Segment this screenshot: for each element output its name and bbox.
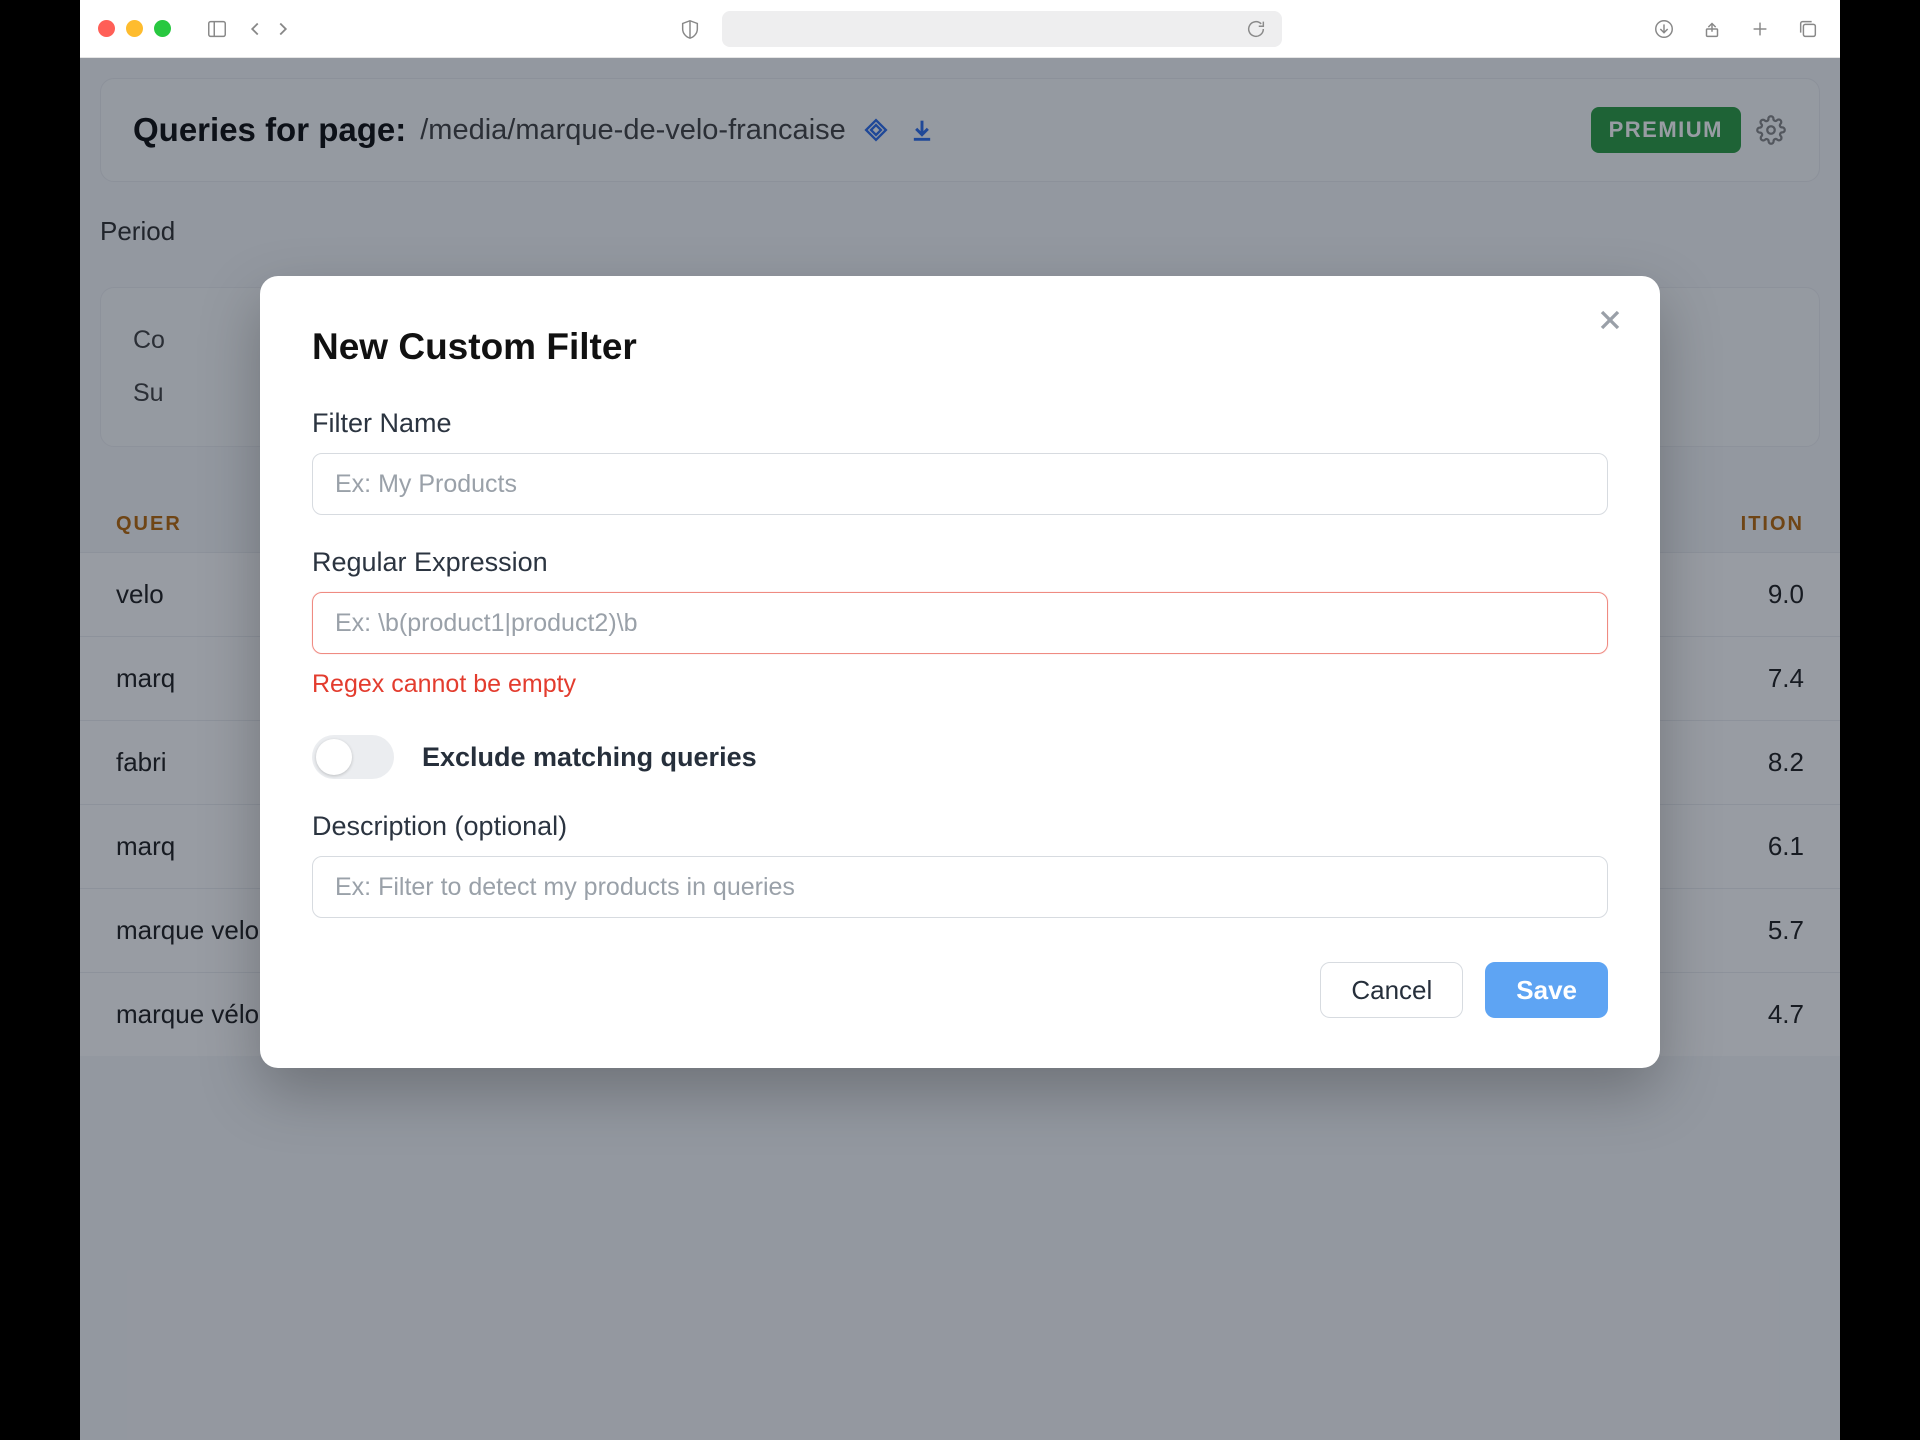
- description-input[interactable]: [312, 856, 1608, 918]
- cancel-button[interactable]: Cancel: [1320, 962, 1463, 1018]
- filter-name-input[interactable]: [312, 453, 1608, 515]
- window-minimize[interactable]: [126, 20, 143, 37]
- share-icon[interactable]: [1698, 15, 1726, 43]
- modal-title: New Custom Filter: [312, 326, 1608, 368]
- page-content: Queries for page: /media/marque-de-velo-…: [80, 58, 1840, 1440]
- address-bar[interactable]: [722, 11, 1282, 47]
- close-icon[interactable]: [1594, 304, 1626, 341]
- traffic-lights: [98, 20, 171, 37]
- downloads-icon[interactable]: [1650, 15, 1678, 43]
- new-filter-modal: New Custom Filter Filter Name Regular Ex…: [260, 276, 1660, 1068]
- save-button[interactable]: Save: [1485, 962, 1608, 1018]
- browser-chrome: [80, 0, 1840, 58]
- nav-arrows: [241, 15, 297, 43]
- tabs-icon[interactable]: [1794, 15, 1822, 43]
- forward-button[interactable]: [269, 15, 297, 43]
- filter-name-label: Filter Name: [312, 408, 1608, 439]
- description-label: Description (optional): [312, 811, 1608, 842]
- reload-icon[interactable]: [1242, 15, 1270, 43]
- window-close[interactable]: [98, 20, 115, 37]
- regex-error: Regex cannot be empty: [312, 670, 1608, 699]
- new-tab-icon[interactable]: [1746, 15, 1774, 43]
- modal-overlay: New Custom Filter Filter Name Regular Ex…: [80, 58, 1840, 1440]
- exclude-toggle[interactable]: [312, 735, 394, 779]
- shield-icon[interactable]: [676, 15, 704, 43]
- window-maximize[interactable]: [154, 20, 171, 37]
- sidebar-icon[interactable]: [203, 15, 231, 43]
- regex-input[interactable]: [312, 592, 1608, 654]
- exclude-toggle-label: Exclude matching queries: [422, 742, 757, 773]
- regex-label: Regular Expression: [312, 547, 1608, 578]
- back-button[interactable]: [241, 15, 269, 43]
